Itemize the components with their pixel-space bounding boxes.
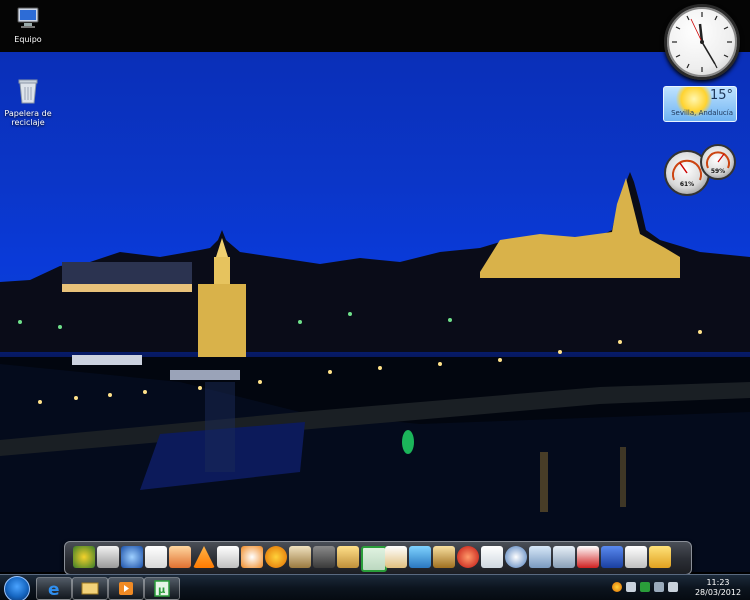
top-letterbox — [0, 0, 750, 52]
flag-icon[interactable] — [626, 582, 636, 592]
cpu-usage-value: 61% — [679, 181, 695, 188]
weather-gadget[interactable]: 15° Sevilla, Andalucía — [663, 86, 737, 122]
taskbar-time: 11:23 — [706, 578, 730, 587]
svg-text:e: e — [48, 580, 60, 599]
weather-temperature: 15° — [709, 88, 733, 103]
utorrent-tray-icon[interactable] — [640, 582, 650, 592]
word-icon[interactable] — [601, 546, 623, 568]
memory-meter-gadget[interactable]: 59% — [700, 144, 736, 180]
desktop-icon-equipo[interactable]: Equipo — [0, 6, 60, 44]
clock-minute-hand — [701, 41, 716, 65]
utorrent-icon[interactable]: µ — [144, 577, 180, 600]
plane-icon[interactable] — [649, 546, 671, 568]
app-dock — [64, 541, 692, 575]
weather-location: Sevilla, Andalucía — [671, 109, 733, 117]
scanner-icon[interactable] — [553, 546, 575, 568]
clock-gadget[interactable] — [664, 4, 740, 80]
desktop: Equipo Papelera de reciclaje 15° Sevilla… — [0, 0, 750, 600]
gamepad-icon[interactable] — [97, 546, 119, 568]
cube-icon[interactable] — [409, 546, 431, 568]
document-icon[interactable] — [145, 546, 167, 568]
vlc-icon[interactable] — [193, 546, 215, 568]
network-icon[interactable] — [505, 546, 527, 568]
red-app-icon[interactable] — [457, 546, 479, 568]
pen-icon[interactable] — [169, 546, 191, 568]
avast-tray-icon[interactable] — [612, 582, 622, 592]
wallpaper-seville-night — [0, 52, 750, 572]
pencil-icon[interactable] — [433, 546, 455, 568]
globe-icon[interactable] — [73, 546, 95, 568]
network-icon[interactable] — [654, 582, 664, 592]
desktop-icon-papelera[interactable]: Papelera de reciclaje — [0, 78, 60, 127]
taskbar-clock[interactable]: 11:23 28/03/2012 — [690, 578, 746, 598]
brush-icon[interactable] — [385, 546, 407, 568]
calendar-icon[interactable] — [217, 546, 239, 568]
desktop-icon-label: Papelera de reciclaje — [4, 109, 52, 127]
computer-icon — [0, 6, 60, 32]
hands-icon[interactable] — [625, 546, 647, 568]
taskbar: e µ 11:23 28/03/2012 — [0, 574, 750, 600]
avast-icon[interactable] — [265, 546, 287, 568]
windows-start-icon[interactable] — [4, 576, 30, 600]
taskbar-date: 28/03/2012 — [694, 588, 742, 597]
recycle-bin-icon — [0, 78, 60, 106]
internet-explorer-icon[interactable]: e — [36, 577, 72, 600]
tools-icon[interactable] — [289, 546, 311, 568]
media-player-icon[interactable] — [108, 577, 144, 600]
earth-icon[interactable] — [121, 546, 143, 568]
volume-icon[interactable] — [668, 582, 678, 592]
folders-icon[interactable] — [529, 546, 551, 568]
svg-text:µ: µ — [158, 585, 166, 596]
eye-icon[interactable] — [241, 546, 263, 568]
hard-drive-icon[interactable] — [313, 546, 335, 568]
memory-usage-value: 59% — [710, 168, 726, 175]
utorrent-icon[interactable] — [361, 546, 387, 572]
desktop-icon-label: Equipo — [14, 35, 42, 44]
folder-icon[interactable] — [337, 546, 359, 568]
notes-icon[interactable] — [481, 546, 503, 568]
file-explorer-icon[interactable] — [72, 577, 108, 600]
antivirus-icon[interactable] — [577, 546, 599, 568]
